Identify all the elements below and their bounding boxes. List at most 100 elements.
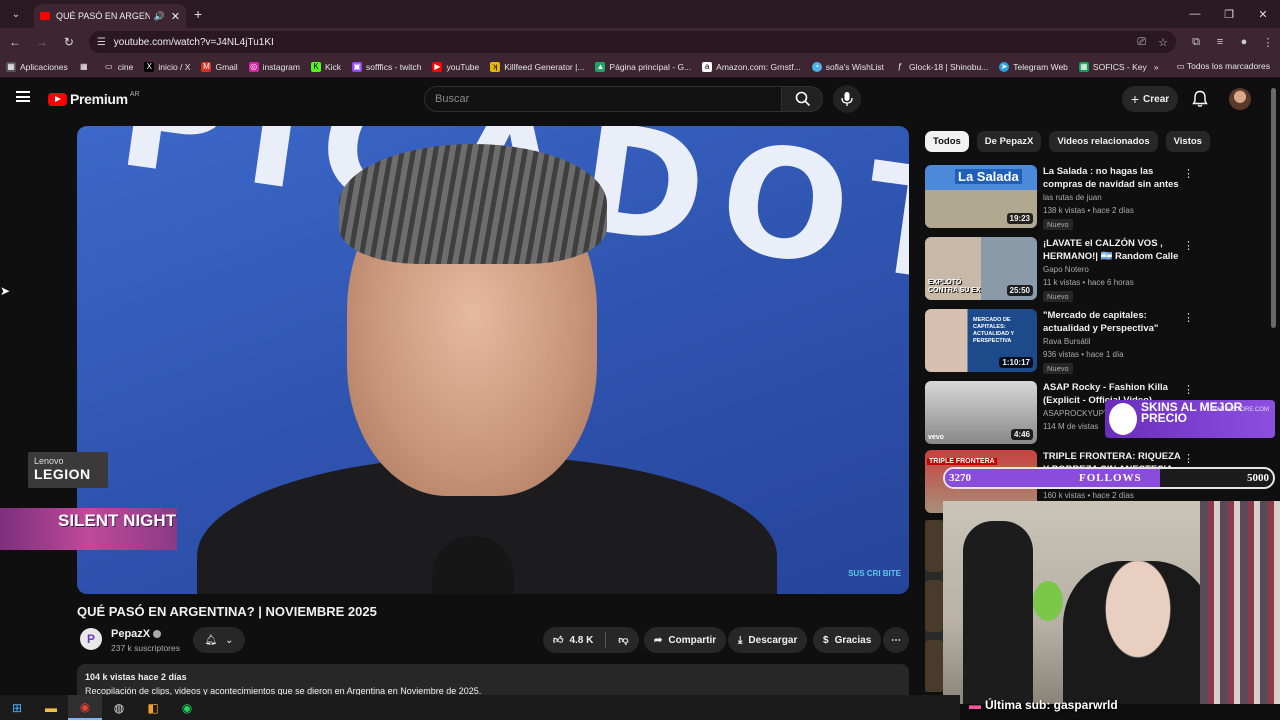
back-button[interactable]: ← [3,35,27,49]
skins-ad-domain: PANDASTORE.COM [1212,407,1269,413]
instagram-icon: ◎ [248,61,259,72]
thumbs-down-icon[interactable]: 👎︎ [618,634,628,646]
recommendation-thumbnails-partial[interactable] [925,520,943,692]
more-vertical-icon[interactable]: ⋮ [1183,311,1194,324]
bookmark-telegram[interactable]: ➤ Telegram Web [999,61,1068,72]
channel-avatar[interactable]: P [80,628,102,650]
more-vertical-icon[interactable]: ⋮ [1183,452,1194,465]
follow-current: 3270 [949,472,971,484]
recommendation-item[interactable]: La Salada 19:23 La Salada : no hagas las… [925,165,1195,230]
spotify-icon[interactable]: ◉ [170,695,204,720]
share-button[interactable]: ➦ Compartir [644,627,727,653]
file-explorer-icon[interactable]: ▬ [34,695,68,720]
recommendation-thumbnail[interactable]: vevo 4:46 [925,381,1037,444]
profile-icon[interactable]: ● [1232,36,1256,49]
bookmark-grid[interactable]: ▦ [79,62,93,72]
mouse-cursor-icon: ➤ [0,284,11,298]
new-badge: Nuevo [1043,291,1073,302]
recommendation-thumbnail[interactable]: MERCADO DE CAPITALES: ACTUALIDAD Y PERSP… [925,309,1037,372]
chip-vistos[interactable]: Vistos [1165,131,1210,152]
notifications-bell-icon[interactable] [1192,90,1208,108]
recommendation-meta: 936 vistas • hace 1 día [1043,350,1124,359]
channel-name[interactable]: PepazX [111,628,162,640]
download-button[interactable]: ⤓ Descargar [728,627,808,653]
bookmark-apps[interactable]: ▦ Aplicaciones [6,61,68,72]
restore-button[interactable]: ❐ [1212,8,1246,21]
browser-menu-icon[interactable]: ⋮ [1256,36,1280,49]
bookmark-twitch[interactable]: ▣ sofffics - twitch [352,61,421,72]
voice-search-button[interactable] [833,85,861,113]
bookmark-sofics-key[interactable]: ▦ SOFICS - Key [1078,61,1147,72]
bookmark-killfeed[interactable]: ʞ Killfeed Generator |... [490,61,584,72]
bookmark-youtube[interactable]: ▶ youTube [432,61,479,72]
like-button[interactable]: 👍︎ 4.8 K 👎︎ [543,627,639,653]
subscribe-watermark[interactable]: SUS CRI BITE [848,569,901,578]
minimize-button[interactable]: — [1178,8,1212,20]
reload-button[interactable]: ↻ [57,35,81,49]
chip-todos[interactable]: Todos [925,131,969,152]
search-input[interactable]: Buscar [424,86,782,112]
video-player[interactable]: PICADOT SUS CRI BITE [77,126,909,594]
search-button[interactable] [781,86,823,112]
recommendation-channel[interactable]: Rava Bursátil [1043,337,1091,346]
more-bookmarks-icon[interactable]: » [1154,62,1159,72]
extensions-icon[interactable]: ⧉ [1184,36,1208,49]
follow-goal: 5000 [1247,472,1269,484]
tab-search-menu-icon[interactable]: ⌄ [4,4,28,24]
chip-de-pepazx[interactable]: De PepazX [976,131,1042,152]
bookmark-drive[interactable]: ▲ Página principal - G... [595,61,691,72]
site-info-icon[interactable]: ☰ [97,37,106,48]
create-button[interactable]: + Crear [1122,86,1178,112]
bookmark-star-icon[interactable]: ☆ [1158,36,1168,49]
recommendation-item[interactable]: MERCADO DE CAPITALES: ACTUALIDAD Y PERSP… [925,309,1195,374]
bookmark-gmail[interactable]: M Gmail [201,61,238,72]
bookmark-kick[interactable]: K Kick [310,61,341,72]
new-tab-button[interactable]: + [194,6,202,22]
more-actions-button[interactable]: ⋯ [883,627,909,653]
cast-icon[interactable]: ⎚ [1137,36,1146,49]
bookmark-instagram[interactable]: ◎ instagram [248,61,300,72]
forward-button[interactable]: → [30,35,54,49]
recommendation-title: La Salada : no hagas las compras de navi… [1043,166,1179,190]
bookmark-cine[interactable]: ▭ cine [104,62,133,72]
browser-tab-active[interactable]: QUÉ PASÓ EN ARGENTINA 🔊 ✕ [34,4,186,28]
more-vertical-icon[interactable]: ⋮ [1183,383,1194,396]
more-vertical-icon[interactable]: ⋮ [1183,239,1194,252]
recommendation-channel[interactable]: las rutas de juan [1043,193,1102,202]
more-vertical-icon[interactable]: ⋮ [1183,167,1194,180]
media-icon[interactable]: ≡ [1208,36,1232,49]
bookmark-x[interactable]: Xinicio / X [144,61,190,72]
recommendation-channel[interactable]: Gapo Notero [1043,265,1089,274]
recommendation-thumbnail[interactable]: EXPLOTÓ CONTRA SU EX 25:50 [925,237,1037,300]
address-bar[interactable]: ☰ youtube.com/watch?v=J4NL4jTu1KI ⎚ ☆ [88,31,1176,53]
subscription-bell-button[interactable]: 🔔︎ ⌄ [193,627,245,653]
window-controls: — ❐ ✕ [1178,0,1280,28]
close-tab-icon[interactable]: ✕ [171,10,180,23]
recommendation-item[interactable]: EXPLOTÓ CONTRA SU EX 25:50 ¡LAVATE el CA… [925,237,1195,302]
brand-label: Premium [70,91,128,107]
youtube-favicon-icon [40,12,50,20]
close-window-button[interactable]: ✕ [1246,8,1280,21]
bookmark-amazon[interactable]: a Amazon.com: Grnstf... [702,61,801,72]
chrome-icon[interactable]: ◉ [68,695,102,720]
lenovo-legion-logo: Lenovo LEGION [28,452,108,488]
x-logo-icon: X [144,61,155,72]
views-and-date: 104 k vistas hace 2 días [85,672,187,682]
menu-icon[interactable] [16,91,30,102]
obs-icon[interactable]: ◍ [102,695,136,720]
all-bookmarks-folder[interactable]: ▭ Todos los marcadores [1177,61,1270,72]
page-scrollbar[interactable] [1271,88,1276,328]
thanks-button[interactable]: $ Gracias [813,627,882,653]
chip-videos-relacionados[interactable]: Videos relacionados [1049,131,1158,152]
bookmark-wishlist[interactable]: ◔ sofia's WishList [811,61,884,72]
speaker-icon[interactable]: 🔊 [154,11,165,22]
windows-start-icon[interactable]: ⊞ [0,695,34,720]
recommendation-thumbnail[interactable]: La Salada 19:23 [925,165,1037,228]
youtube-premium-logo[interactable]: Premium AR [48,91,140,107]
grid-icon: ▦ [79,61,88,71]
user-avatar[interactable] [1229,88,1251,110]
recommendation-meta: 114 M de vistas [1043,422,1099,431]
amazon-icon: a [702,61,713,72]
app-icon[interactable]: ◧ [136,695,170,720]
bookmark-glock[interactable]: ƒ Glock-18 | Shinobu... [895,62,988,72]
